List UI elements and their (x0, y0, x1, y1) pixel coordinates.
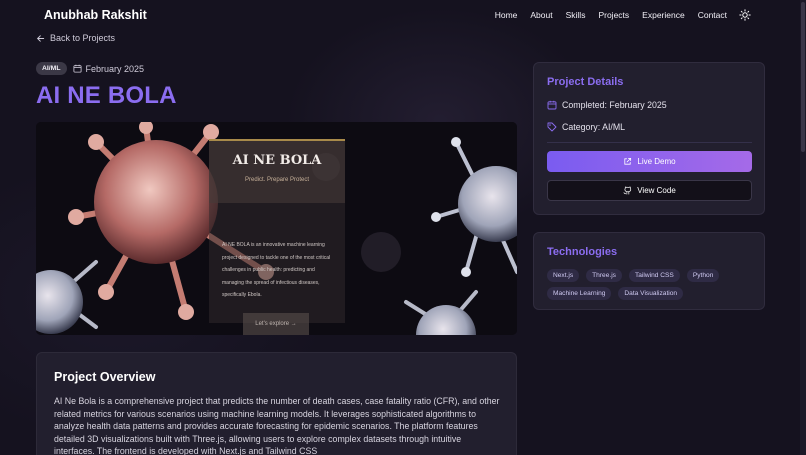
details-divider (547, 142, 752, 143)
overview-heading: Project Overview (54, 370, 156, 384)
tech-chip: Tailwind CSS (628, 269, 680, 282)
view-code-button[interactable]: View Code (547, 180, 752, 201)
back-to-projects-link[interactable]: Back to Projects (36, 33, 115, 43)
tech-chip: Three.js (586, 269, 622, 282)
project-date-text: February 2025 (85, 63, 145, 74)
category-line: Category: AI/ML (547, 122, 625, 132)
hero-description: AI NE BOLA is an innovative machine lear… (222, 242, 331, 298)
project-date: February 2025 (72, 63, 145, 74)
hero-card-header (209, 139, 345, 203)
live-demo-button[interactable]: Live Demo (547, 151, 752, 172)
category-badge: AI/ML (36, 62, 67, 75)
details-heading: Project Details (547, 76, 624, 88)
arrow-left-icon (36, 34, 45, 42)
brand-logo[interactable]: Anubhab Rakshit (44, 8, 147, 22)
nav-home[interactable]: Home (495, 10, 518, 20)
hero-subtitle: Predict. Prepare Protect (244, 177, 310, 183)
technology-chips: Next.js Three.js Tailwind CSS Python Mac… (547, 269, 757, 300)
hero-title: AI NE BOLA (232, 153, 322, 168)
page-title: AI NE BOLA (36, 82, 177, 109)
project-overview-section: Project Overview AI Ne Bola is a compreh… (36, 352, 517, 455)
page-scrollbar[interactable] (800, 0, 806, 455)
technologies-card: Technologies Next.js Three.js Tailwind C… (533, 232, 765, 310)
hero-explore-button: Let's explore → (243, 313, 309, 335)
overview-text: AI Ne Bola is a comprehensive project th… (54, 396, 500, 455)
scrollbar-thumb[interactable] (801, 2, 805, 152)
project-details-card: Project Details Completed: February 2025… (533, 62, 765, 215)
tag-icon (547, 122, 557, 132)
tech-chip: Next.js (547, 269, 580, 282)
project-hero-image: AI NE BOLA Predict. Prepare Protect AI N… (36, 122, 517, 335)
category-text: Category: AI/ML (562, 122, 626, 132)
back-link-label: Back to Projects (50, 33, 116, 43)
nav-about[interactable]: About (530, 10, 552, 20)
nav-projects[interactable]: Projects (598, 10, 629, 20)
github-icon (623, 186, 632, 195)
completed-line: Completed: February 2025 (547, 100, 667, 110)
site-header: Anubhab Rakshit Home About Skills Projec… (0, 0, 806, 30)
live-demo-label: Live Demo (637, 157, 676, 166)
nav-experience[interactable]: Experience (642, 10, 685, 20)
tech-chip: Machine Learning (547, 287, 612, 300)
technologies-heading: Technologies (547, 246, 618, 258)
calendar-icon (547, 100, 557, 110)
project-meta: AI/ML February 2025 (36, 62, 144, 75)
main-nav: Home About Skills Projects Experience Co… (495, 10, 727, 20)
view-code-label: View Code (637, 186, 676, 195)
completed-text: Completed: February 2025 (562, 100, 667, 110)
nav-contact[interactable]: Contact (698, 10, 727, 20)
sun-icon[interactable] (739, 9, 751, 21)
tech-chip: Python (686, 269, 720, 282)
tech-chip: Data Visualization (618, 287, 684, 300)
hero-overlay-card: AI NE BOLA Predict. Prepare Protect AI N… (209, 139, 345, 335)
external-link-icon (624, 157, 632, 165)
calendar-icon (72, 64, 82, 73)
nav-skills[interactable]: Skills (566, 10, 586, 20)
